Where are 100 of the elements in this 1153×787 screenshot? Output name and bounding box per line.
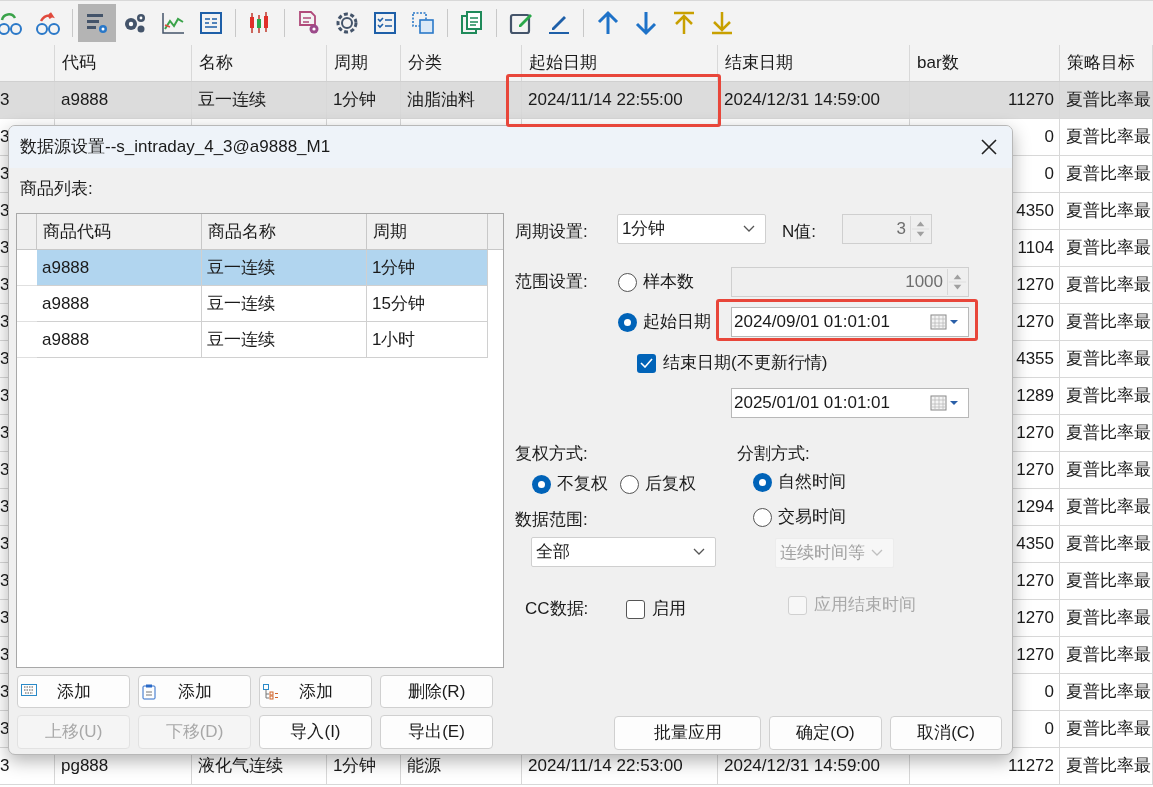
table-cell-text: 夏普比率最 bbox=[1066, 459, 1151, 482]
dropdown[interactable]: 全部 bbox=[531, 537, 716, 567]
checkbox-icon[interactable] bbox=[637, 353, 656, 373]
table-cell-text: 1270 bbox=[1016, 607, 1054, 630]
table-cell-text: 0 bbox=[1044, 681, 1054, 704]
table-cell-text: 夏普比率最 bbox=[1066, 570, 1151, 593]
table-cell-text: 夏普比率最 bbox=[1066, 89, 1151, 112]
radio-button[interactable]: 自然时间 bbox=[753, 469, 846, 495]
list-gear-icon[interactable] bbox=[78, 4, 116, 42]
table-cell-text: a9888 bbox=[61, 89, 109, 112]
button[interactable]: 取消(C) bbox=[890, 716, 1002, 750]
table-cell-text: 夏普比率最 bbox=[1066, 237, 1151, 260]
table-cell-text: 1294 bbox=[1016, 496, 1054, 519]
table-cell-text: 夏普比率最 bbox=[1066, 348, 1151, 371]
table-cell-text: 夏普比率最 bbox=[1066, 385, 1151, 408]
chevron-icon bbox=[871, 549, 883, 557]
radio-button[interactable]: 交易时间 bbox=[753, 504, 846, 530]
radio-button[interactable]: 后复权 bbox=[620, 471, 696, 497]
close-icon[interactable] bbox=[980, 138, 998, 156]
radio-icon[interactable] bbox=[532, 474, 551, 494]
radio-button[interactable]: 不复权 bbox=[532, 471, 608, 497]
field-label: 范围设置: bbox=[515, 271, 589, 294]
table-cell-text: 1分钟 bbox=[333, 755, 377, 778]
table-cell-text: pg888 bbox=[61, 755, 109, 778]
radio-icon[interactable] bbox=[753, 472, 772, 492]
table-cell-text: 1小时 bbox=[372, 328, 416, 351]
list-row[interactable]: a9888 豆一连续 15分钟 bbox=[37, 286, 488, 322]
date-field[interactable]: 2024/09/01 01:01:01 bbox=[731, 307, 969, 337]
calendar-icon bbox=[930, 395, 960, 411]
checkbox-icon[interactable] bbox=[626, 599, 645, 619]
button[interactable]: 添加 bbox=[138, 675, 251, 708]
radio-icon[interactable] bbox=[618, 312, 637, 332]
table-cell-text: 4355 bbox=[1016, 348, 1054, 371]
table-cell-text: 1分钟 bbox=[333, 89, 377, 112]
table-cell-text: 3 bbox=[0, 89, 10, 112]
field-label: CC数据: bbox=[525, 598, 590, 621]
table-cell-text: 1289 bbox=[1016, 385, 1054, 408]
table-cell-text: 2024/11/14 22:55:00 bbox=[528, 89, 683, 112]
table-cell-text: 2024/12/31 14:59:00 bbox=[724, 755, 880, 778]
button[interactable]: 批量应用 bbox=[614, 716, 761, 750]
table-cell-text: 1104 bbox=[1017, 237, 1054, 260]
spin-arrows-icon bbox=[910, 216, 930, 242]
table-cell-text: 夏普比率最 bbox=[1066, 496, 1151, 519]
chevron-icon bbox=[693, 548, 705, 556]
dropdown[interactable]: 1分钟 bbox=[617, 214, 766, 244]
table-cell-text: 1270 bbox=[1016, 459, 1054, 482]
table-cell-text: a9888 bbox=[42, 256, 90, 279]
table-cell-text: 夏普比率最 bbox=[1066, 200, 1151, 223]
keyboard-icon bbox=[21, 684, 37, 696]
radio-button[interactable]: 起始日期 bbox=[617, 309, 731, 335]
table-cell-text: 夏普比率最 bbox=[1066, 311, 1151, 334]
table-cell-text: 夏普比率最 bbox=[1066, 163, 1151, 186]
table-cell-text: 11270 bbox=[1008, 89, 1054, 112]
table-cell-text: a9888 bbox=[42, 328, 90, 351]
button[interactable]: 添加 bbox=[17, 675, 130, 708]
checkbox[interactable]: 结束日期(不更新行情) bbox=[637, 350, 828, 376]
table-cell-text: 0 bbox=[1044, 718, 1054, 741]
tree-icon bbox=[263, 684, 279, 700]
column-header: 结束日期 bbox=[725, 52, 793, 75]
table-cell-text: 2024/11/14 22:53:00 bbox=[528, 755, 683, 778]
table-cell-text: 1分钟 bbox=[372, 256, 416, 279]
table-cell-text: 15分钟 bbox=[372, 292, 425, 315]
table-cell-text: 4350 bbox=[1016, 200, 1054, 223]
button[interactable]: 导入(I) bbox=[259, 715, 372, 749]
chevron-icon bbox=[743, 225, 755, 233]
table-cell-text: 油脂油料 bbox=[407, 89, 475, 112]
dialog-title: 数据源设置--s_intraday_4_3@a9888_M1 bbox=[20, 136, 331, 159]
radio-icon[interactable] bbox=[753, 507, 772, 527]
table-cell-text: 1270 bbox=[1016, 311, 1054, 334]
table-cell-text: 夏普比率最 bbox=[1066, 681, 1151, 704]
column-header: 分类 bbox=[408, 52, 442, 75]
list-label: 商品列表: bbox=[20, 178, 93, 201]
column-header: 起始日期 bbox=[529, 52, 597, 75]
table-cell-text: 夏普比率最 bbox=[1066, 755, 1151, 778]
table-cell-text: 夏普比率最 bbox=[1066, 718, 1151, 741]
column-header: bar数 bbox=[917, 52, 959, 75]
table-cell-text: a9888 bbox=[42, 292, 90, 315]
column-header: 代码 bbox=[62, 52, 96, 75]
table-cell-text: 0 bbox=[1044, 163, 1054, 186]
calendar-icon bbox=[930, 314, 960, 330]
date-field[interactable]: 2025/01/01 01:01:01 bbox=[731, 388, 969, 418]
button[interactable]: 导出(E) bbox=[380, 715, 493, 749]
button[interactable]: 确定(O) bbox=[769, 716, 882, 750]
table-cell-text: 夏普比率最 bbox=[1066, 607, 1151, 630]
field-label: 复权方式: bbox=[515, 443, 588, 466]
table-cell-text: 11272 bbox=[1008, 755, 1054, 778]
table-cell-text: 豆一连续 bbox=[207, 328, 275, 351]
table-cell-text: 夏普比率最 bbox=[1066, 274, 1151, 297]
column-header: 周期 bbox=[334, 52, 368, 75]
checkbox[interactable]: 启用 bbox=[626, 596, 686, 622]
button[interactable]: 删除(R) bbox=[380, 675, 493, 708]
field-label: 周期设置: bbox=[515, 221, 589, 244]
list-row[interactable]: a9888 豆一连续 1小时 bbox=[37, 322, 488, 358]
list-row[interactable]: a9888 豆一连续 1分钟 bbox=[37, 250, 488, 286]
radio-icon[interactable] bbox=[620, 474, 639, 494]
table-cell-text: 夏普比率最 bbox=[1066, 126, 1151, 149]
button[interactable]: 添加 bbox=[259, 675, 372, 708]
table-cell-text: 3 bbox=[0, 755, 10, 778]
column-header: 商品代码 bbox=[43, 220, 111, 243]
table-cell-text: 1270 bbox=[1016, 422, 1054, 445]
